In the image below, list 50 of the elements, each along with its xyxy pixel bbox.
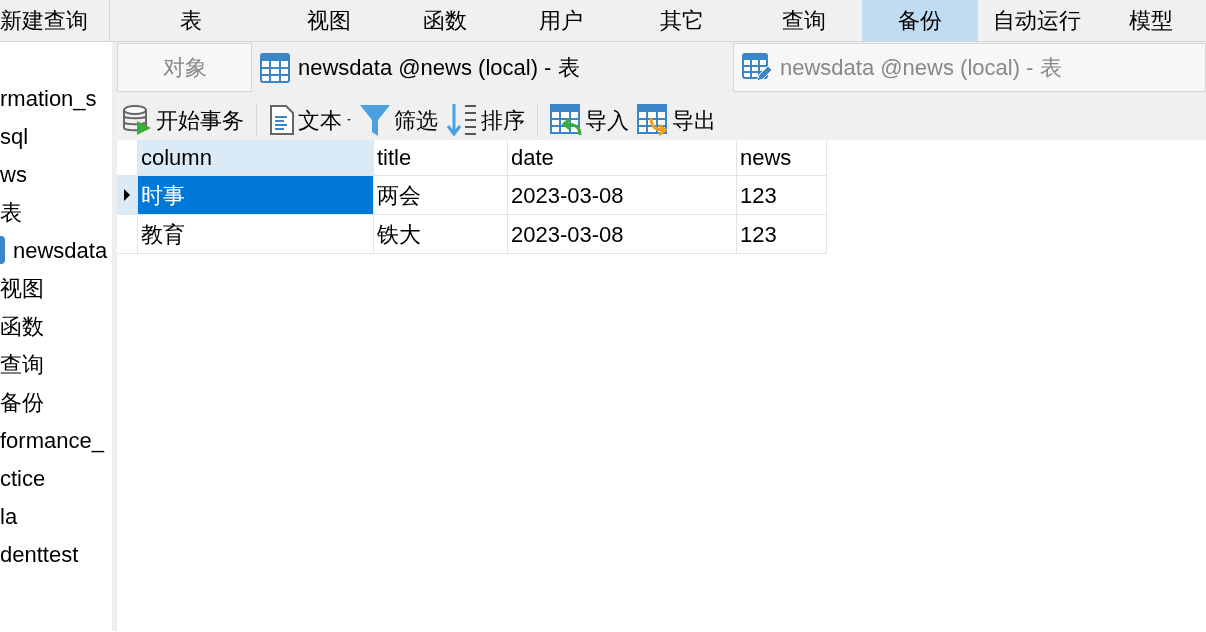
menu-tab[interactable]: 查询 xyxy=(746,0,862,41)
sidebar-item[interactable]: ws xyxy=(0,157,27,191)
row-pointer-icon xyxy=(124,189,130,201)
toolbar-button[interactable]: 排序 xyxy=(442,102,529,138)
column-header[interactable]: date xyxy=(508,140,737,176)
menu-tab[interactable]: 表 xyxy=(110,0,272,41)
menu-tab[interactable]: 模型 xyxy=(1096,0,1206,41)
sidebar-item[interactable]: la xyxy=(0,499,18,533)
row-header[interactable] xyxy=(117,176,138,215)
document-icon xyxy=(269,104,295,136)
menu-tab[interactable]: 用户 xyxy=(504,0,618,41)
table-cell[interactable]: 两会 xyxy=(374,176,508,215)
sidebar-item[interactable]: denttest xyxy=(0,537,79,571)
new-query-button[interactable]: 新建查询 xyxy=(0,4,88,37)
database-play-icon xyxy=(121,104,153,136)
filter-icon xyxy=(359,103,391,137)
sidebar-item[interactable]: 查询 xyxy=(0,347,44,381)
toolbar-button[interactable]: 筛选 xyxy=(355,103,442,137)
menu-tab[interactable]: 函数 xyxy=(386,0,504,41)
table-cell[interactable]: 铁大 xyxy=(374,215,508,254)
toolbar-button[interactable]: 导出 xyxy=(633,103,720,137)
menu-tab[interactable]: 其它 xyxy=(618,0,746,41)
column-header[interactable]: column xyxy=(138,140,374,176)
sidebar-item[interactable]: 表 xyxy=(0,195,22,229)
table-cell[interactable]: 2023-03-08 xyxy=(508,215,737,254)
sidebar-item[interactable]: 视图 xyxy=(0,271,44,305)
sidebar-item[interactable]: formance_ xyxy=(0,423,104,457)
sidebar-item[interactable]: sql xyxy=(0,119,29,153)
sidebar-item[interactable]: rmation_s xyxy=(0,81,97,115)
sidebar-item[interactable]: newsdata xyxy=(13,233,108,267)
menu-tab[interactable]: 视图 xyxy=(272,0,386,41)
table-cell[interactable]: 123 xyxy=(737,176,827,215)
menu-tab[interactable]: 备份 xyxy=(862,0,978,41)
sidebar-item[interactable]: ctice xyxy=(0,461,46,495)
toolbar-button[interactable]: 开始事务 xyxy=(117,103,248,137)
table-cell[interactable]: 2023-03-08 xyxy=(508,176,737,215)
column-header[interactable]: news xyxy=(737,140,827,176)
table-export-icon xyxy=(637,104,669,136)
sidebar-item[interactable]: 备份 xyxy=(0,385,44,419)
toolbar-button[interactable]: 文本 xyxy=(265,103,355,137)
sort-icon xyxy=(446,102,478,138)
table-cell[interactable]: 时事 xyxy=(138,176,374,215)
sidebar-item[interactable]: 函数 xyxy=(0,309,44,343)
table-cell[interactable]: 123 xyxy=(737,215,827,254)
toolbar-button[interactable]: 导入 xyxy=(546,103,633,137)
table-cell[interactable]: 教育 xyxy=(138,215,374,254)
caret-icon xyxy=(347,118,351,122)
column-header[interactable]: title xyxy=(374,140,508,176)
menu-tab[interactable]: 自动运行 xyxy=(978,0,1096,41)
table-import-icon xyxy=(550,104,582,136)
